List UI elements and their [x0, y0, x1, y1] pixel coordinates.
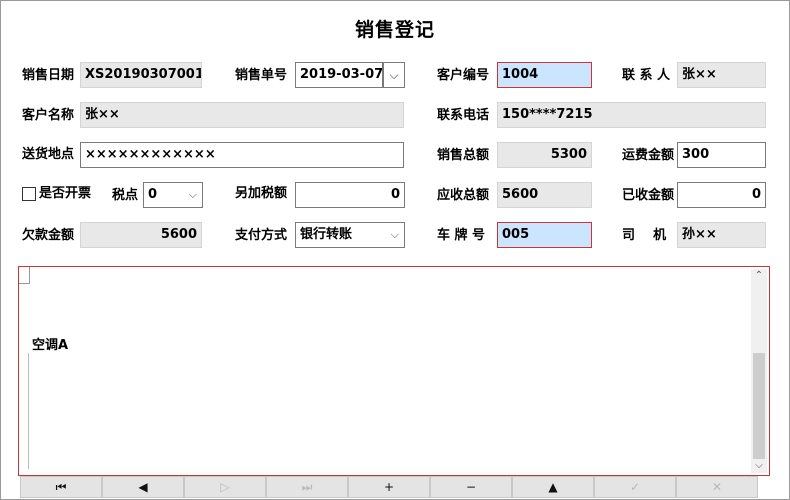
address-field[interactable]: ××××××××××××	[80, 142, 404, 168]
record-navigator: ⏮ ◀ ▷ ⏭ + − ▲ ✓ ✕	[20, 476, 758, 498]
nav-add-button[interactable]: +	[348, 476, 430, 498]
label-customer-name: 客户名称	[22, 108, 75, 123]
grid-edit-cursor	[28, 353, 29, 469]
label-payment: 支付方式	[235, 228, 288, 243]
scroll-up-icon[interactable]: ⌃	[751, 269, 767, 283]
next-icon: ▷	[220, 480, 230, 494]
label-address: 送货地点	[22, 147, 75, 162]
phone-field[interactable]: 150****7215	[497, 102, 766, 128]
label-sale-no: 销售单号	[235, 68, 288, 83]
extra-tax-field[interactable]: 0	[295, 182, 405, 208]
label-plate: 车 牌 号	[437, 228, 486, 243]
label-received: 已收金额	[622, 188, 675, 203]
label-sales-total: 销售总额	[437, 148, 490, 163]
label-phone: 联系电话	[437, 108, 490, 123]
nav-up-button[interactable]: ▲	[512, 476, 594, 498]
label-freight: 运费金额	[622, 148, 675, 163]
plate-field[interactable]: 005	[497, 222, 592, 248]
scrollbar-thumb[interactable]	[753, 353, 765, 459]
nav-prev-button[interactable]: ◀	[102, 476, 184, 498]
form-title: 销售登记	[354, 19, 435, 41]
detail-grid[interactable]: 空调A ⌃ ⌵	[18, 266, 770, 476]
driver-field[interactable]: 孙××	[677, 222, 766, 248]
sale-no-dropdown-button[interactable]: ⌵	[383, 62, 405, 88]
last-icon: ⏭	[301, 479, 313, 494]
tax-point-select[interactable]: 0 ⌵	[143, 182, 203, 208]
label-tax-point: 税点	[112, 188, 139, 203]
freight-field[interactable]: 300	[677, 142, 766, 168]
sale-no-field[interactable]: 2019-03-07	[295, 62, 383, 88]
label-receivable: 应收总额	[437, 188, 490, 203]
nav-next-button[interactable]: ▷	[184, 476, 266, 498]
first-icon: ⏮	[55, 479, 67, 494]
grid-cell-product[interactable]: 空调A	[32, 334, 68, 353]
scroll-down-icon[interactable]: ⌵	[751, 459, 767, 473]
invoice-checkbox[interactable]	[22, 187, 36, 201]
sales-total-field[interactable]: 5300	[497, 142, 592, 168]
label-arrears: 欠款金额	[22, 228, 75, 243]
received-field[interactable]: 0	[677, 182, 766, 208]
nav-cancel-button[interactable]: ✕	[676, 476, 758, 498]
up-icon: ▲	[548, 480, 558, 494]
prev-icon: ◀	[138, 480, 148, 494]
add-icon: +	[383, 480, 395, 494]
payment-select[interactable]: 银行转账 ⌵	[295, 222, 405, 248]
nav-first-button[interactable]: ⏮	[20, 476, 102, 498]
nav-delete-button[interactable]: −	[430, 476, 512, 498]
label-driver: 司 机	[622, 228, 667, 243]
chevron-down-icon: ⌵	[188, 188, 197, 201]
tax-point-value: 0	[148, 187, 158, 202]
delete-icon: −	[465, 480, 477, 494]
grid-corner-cell[interactable]	[19, 267, 30, 284]
label-invoice: 是否开票	[39, 186, 92, 201]
contact-field[interactable]: 张××	[677, 62, 766, 88]
confirm-icon: ✓	[629, 480, 641, 494]
customer-no-field[interactable]: 1004	[497, 62, 592, 88]
nav-last-button[interactable]: ⏭	[266, 476, 348, 498]
nav-confirm-button[interactable]: ✓	[594, 476, 676, 498]
cancel-icon: ✕	[711, 480, 723, 494]
grid-vertical-scrollbar[interactable]: ⌃ ⌵	[751, 269, 767, 473]
label-sale-date: 销售日期	[22, 68, 75, 83]
arrears-field[interactable]: 5600	[80, 222, 202, 248]
label-contact: 联 系 人	[622, 68, 671, 83]
customer-name-field[interactable]: 张××	[80, 102, 404, 128]
label-customer-no: 客户编号	[437, 68, 490, 83]
chevron-down-icon: ⌵	[389, 68, 399, 82]
payment-value: 银行转账	[300, 227, 353, 242]
label-extra-tax: 另加税额	[235, 186, 288, 201]
chevron-down-icon: ⌵	[390, 228, 399, 241]
sale-date-field[interactable]: XS20190307001	[80, 62, 202, 88]
receivable-field[interactable]: 5600	[497, 182, 592, 208]
